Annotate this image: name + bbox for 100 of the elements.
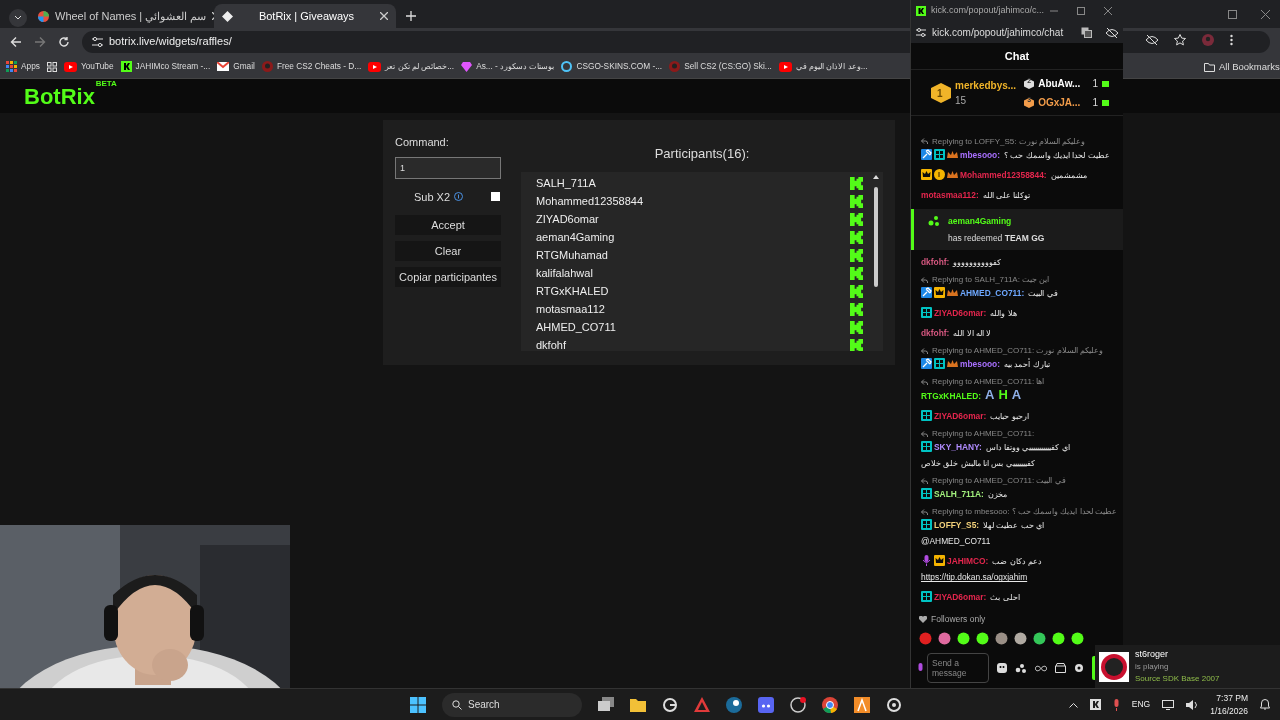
message-link[interactable]: https://tip.dokan.sa/ogxjahim bbox=[921, 572, 1028, 583]
close-icon[interactable] bbox=[1261, 10, 1270, 19]
emote-picker-icon[interactable] bbox=[997, 663, 1007, 673]
clock[interactable]: 7:37 PM 1/16/2026 bbox=[1210, 691, 1248, 718]
og-badge bbox=[921, 488, 932, 500]
mic-icon[interactable] bbox=[917, 662, 924, 674]
og-badge bbox=[921, 441, 932, 453]
search-field[interactable]: Search bbox=[442, 692, 582, 717]
username[interactable]: SKY_HANY: bbox=[934, 442, 982, 453]
username[interactable]: SALH_711A: bbox=[934, 489, 984, 500]
kick-icon bbox=[850, 339, 863, 351]
bookmark[interactable]: Apps bbox=[6, 60, 40, 73]
username[interactable]: ZIYAD6omar: bbox=[934, 308, 987, 319]
maximize-icon[interactable] bbox=[1077, 7, 1085, 15]
username[interactable]: LOFFY_S5: bbox=[934, 520, 980, 531]
record-icon[interactable] bbox=[790, 696, 806, 713]
username[interactable]: dkfohf: bbox=[921, 328, 950, 339]
discord-icon[interactable] bbox=[758, 696, 774, 713]
username[interactable]: mbesooo: bbox=[960, 149, 1000, 160]
more-icon[interactable] bbox=[1230, 34, 1233, 46]
g-logo-icon[interactable] bbox=[662, 696, 678, 713]
chat-heading: Chat bbox=[911, 43, 1123, 70]
emote-icon[interactable] bbox=[1033, 631, 1046, 645]
language-indicator[interactable]: ENG bbox=[1131, 698, 1151, 711]
eye-off-icon[interactable] bbox=[1106, 27, 1118, 38]
username[interactable]: mbesooo: bbox=[960, 359, 1000, 370]
folder-icon[interactable] bbox=[630, 696, 646, 713]
chevron-up-icon[interactable] bbox=[1068, 701, 1078, 708]
eye-off-icon[interactable] bbox=[1146, 35, 1158, 45]
chrome-icon[interactable] bbox=[822, 696, 838, 713]
emote-icon[interactable] bbox=[995, 631, 1008, 645]
close-icon[interactable] bbox=[380, 12, 388, 20]
participant-name: dkfohf bbox=[536, 338, 566, 351]
mic-icon[interactable] bbox=[1112, 698, 1120, 711]
site-settings-icon[interactable] bbox=[916, 28, 926, 37]
steam-icon[interactable] bbox=[726, 696, 742, 713]
windows-logo-icon[interactable] bbox=[410, 696, 426, 713]
translate-icon[interactable] bbox=[1081, 27, 1092, 38]
reply-icon bbox=[921, 347, 928, 354]
message-text: اي كفيييييييييييي ووتفا داس bbox=[985, 442, 1070, 453]
scroll-up-icon[interactable] bbox=[873, 174, 879, 179]
bookmark[interactable]: As... - بوستات دسكورد bbox=[461, 60, 555, 73]
action-button[interactable]: Copiar participantes bbox=[395, 267, 501, 287]
back-icon[interactable] bbox=[10, 35, 22, 48]
bookmark[interactable]: JAHIMco Stream -... bbox=[120, 60, 211, 73]
username[interactable]: ZIYAD6omar: bbox=[934, 411, 987, 422]
kick-icon bbox=[916, 6, 926, 16]
store-icon[interactable] bbox=[1055, 663, 1066, 673]
emote-icon[interactable] bbox=[1071, 631, 1084, 645]
emote-icon[interactable] bbox=[938, 631, 951, 645]
emote: A bbox=[985, 387, 995, 404]
bookmark[interactable]: وعد الاذان اليوم في... bbox=[778, 60, 868, 73]
username[interactable]: dkfohf: bbox=[921, 257, 950, 268]
infinity-icon[interactable] bbox=[1035, 664, 1047, 672]
command-field[interactable]: 1 bbox=[395, 156, 501, 179]
maximize-icon[interactable] bbox=[1228, 10, 1237, 19]
username[interactable]: AHMED_CO711: bbox=[960, 288, 1025, 299]
bookmark[interactable]: Free CS2 Cheats - D... bbox=[261, 60, 362, 73]
bookmark[interactable]: Sell CS2 (CS:GO) Ski... bbox=[669, 60, 772, 73]
action-button[interactable]: Clear bbox=[395, 241, 501, 261]
grid-icon[interactable] bbox=[46, 61, 57, 72]
username[interactable]: ZIYAD6omar: bbox=[934, 592, 987, 603]
emote-icon[interactable] bbox=[976, 631, 989, 645]
bell-icon[interactable] bbox=[1260, 699, 1270, 710]
info-icon[interactable] bbox=[454, 192, 464, 202]
settings-icon[interactable] bbox=[1074, 663, 1084, 673]
network-icon[interactable] bbox=[1162, 699, 1175, 710]
new-tab-icon[interactable] bbox=[406, 11, 416, 21]
bookmark[interactable]: Gmail bbox=[217, 60, 255, 73]
reply-preview: Replying to AHMED_CO711: وعليكم السلام نورت bbox=[932, 345, 1103, 357]
username[interactable]: JAHIMCO: bbox=[947, 556, 989, 567]
reload-icon[interactable] bbox=[58, 35, 70, 48]
action-button[interactable]: Accept bbox=[395, 215, 501, 235]
scrollbar-thumb[interactable] bbox=[874, 186, 878, 287]
username[interactable]: aeman4Gaming bbox=[948, 214, 1045, 228]
username[interactable]: Mohammed12358844: bbox=[960, 169, 1047, 180]
volume-icon[interactable] bbox=[1186, 699, 1199, 710]
task-view-icon[interactable] bbox=[598, 696, 614, 713]
triangle-icon[interactable] bbox=[694, 696, 710, 713]
close-icon[interactable] bbox=[1104, 7, 1112, 15]
forward-icon[interactable] bbox=[34, 35, 46, 48]
username[interactable]: RTGxKHALED: bbox=[921, 391, 982, 402]
bookmark[interactable]: YouTube bbox=[63, 60, 114, 73]
youtube-icon bbox=[63, 61, 77, 72]
message-text: توكلنا على الله bbox=[982, 189, 1031, 200]
emote-icon[interactable] bbox=[1014, 631, 1027, 645]
username[interactable]: motasmaa112: bbox=[921, 189, 979, 200]
sub-checkbox[interactable] bbox=[491, 192, 501, 202]
bookmark[interactable]: خصائص لم تكن تعر... bbox=[368, 60, 455, 73]
browser-tab[interactable]: BotRix | Giveaways bbox=[214, 4, 396, 28]
emote-icon[interactable] bbox=[1052, 631, 1065, 645]
bookmark[interactable]: CSGO-SKINS.COM -... bbox=[561, 60, 663, 73]
gear-icon[interactable] bbox=[886, 696, 902, 713]
bookmark[interactable]: All Bookmarks bbox=[1204, 60, 1280, 75]
dots-icon[interactable] bbox=[1015, 663, 1027, 673]
message-field[interactable]: Send a message bbox=[927, 653, 989, 683]
emote-icon[interactable] bbox=[957, 631, 970, 645]
kick-icon[interactable] bbox=[1089, 699, 1101, 710]
bookmark-star-icon[interactable] bbox=[1174, 34, 1186, 46]
a-logo-icon[interactable] bbox=[854, 696, 870, 713]
